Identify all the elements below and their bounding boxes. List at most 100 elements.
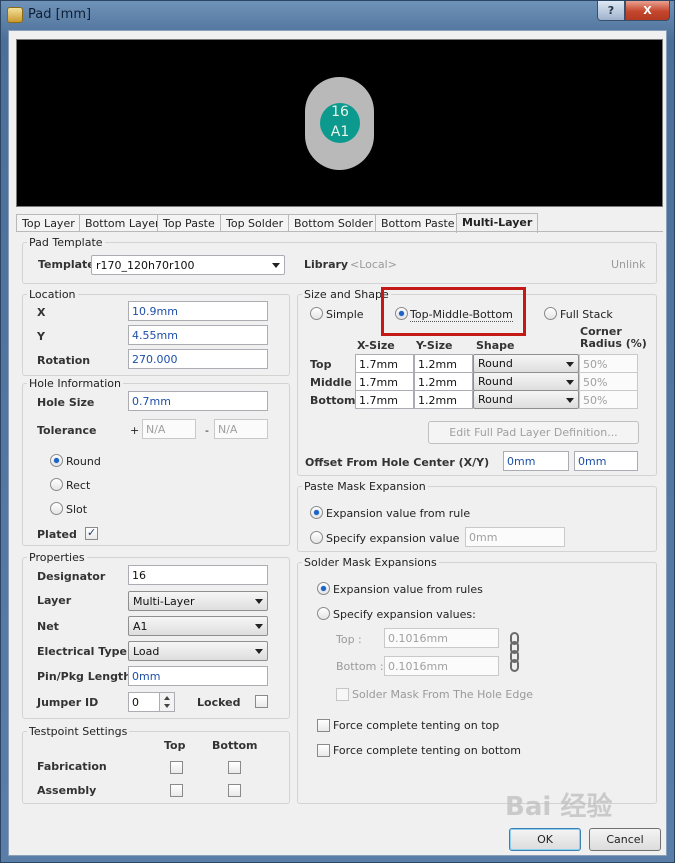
pin-pkg-length-input[interactable]: 0mm bbox=[128, 666, 268, 686]
location-label: Location bbox=[27, 288, 78, 301]
window-title: Pad [mm] bbox=[28, 7, 92, 22]
simple-radio[interactable] bbox=[310, 307, 323, 320]
designator-input[interactable]: 16 bbox=[128, 565, 268, 585]
tolerance-minus-input[interactable]: N/A bbox=[214, 419, 268, 439]
from-hole-edge-label: Solder Mask From The Hole Edge bbox=[352, 688, 534, 701]
tab-bottom-layer[interactable]: Bottom Layer bbox=[79, 214, 166, 232]
layer-label: Layer bbox=[37, 594, 72, 607]
bottom-shape-combo[interactable]: Round bbox=[473, 390, 579, 409]
row-middle-label: Middle bbox=[310, 376, 352, 389]
solder-specify-radio[interactable] bbox=[317, 607, 330, 620]
paste-specify-radio[interactable] bbox=[310, 531, 323, 544]
rotation-input[interactable]: 270.000 bbox=[128, 349, 268, 369]
middle-x-size-input[interactable]: 1.7mm bbox=[355, 372, 414, 391]
offset-y-input[interactable]: 0mm bbox=[574, 451, 638, 471]
x-input[interactable]: 10.9mm bbox=[128, 301, 268, 321]
solder-from-rules-radio[interactable] bbox=[317, 582, 330, 595]
solder-mask-group bbox=[297, 562, 657, 804]
tab-top-solder[interactable]: Top Solder bbox=[220, 214, 290, 232]
fabrication-bottom-checkbox[interactable] bbox=[228, 761, 241, 774]
tenting-top-label: Force complete tenting on top bbox=[333, 719, 500, 732]
bottom-shape-value: Round bbox=[478, 393, 513, 406]
ok-button[interactable]: OK bbox=[509, 828, 581, 851]
hole-slot-radio[interactable] bbox=[50, 502, 63, 515]
jumper-id-stepper[interactable] bbox=[159, 692, 175, 712]
row-top-label: Top bbox=[310, 358, 332, 371]
offset-label: Offset From Hole Center (X/Y) bbox=[305, 456, 490, 469]
offset-x-input[interactable]: 0mm bbox=[503, 451, 569, 471]
testpoint-top-header: Top bbox=[164, 739, 186, 752]
top-x-size-input[interactable]: 1.7mm bbox=[355, 354, 414, 373]
jumper-id-input[interactable]: 0 bbox=[128, 692, 160, 712]
bottom-x-size-input[interactable]: 1.7mm bbox=[355, 390, 414, 409]
fabrication-top-checkbox[interactable] bbox=[170, 761, 183, 774]
template-value: r170_120h70r100 bbox=[96, 259, 195, 272]
from-hole-edge-checkbox[interactable] bbox=[336, 688, 349, 701]
layer-combo[interactable]: Multi-Layer bbox=[128, 591, 268, 611]
help-button[interactable]: ? bbox=[597, 1, 625, 21]
properties-label: Properties bbox=[27, 551, 87, 564]
solder-bottom-input[interactable]: 0.1016mm bbox=[384, 656, 499, 676]
tab-bottom-paste[interactable]: Bottom Paste bbox=[375, 214, 461, 232]
y-input[interactable]: 4.55mm bbox=[128, 325, 268, 345]
rotation-label: Rotation bbox=[37, 354, 91, 367]
paste-from-rule-radio[interactable] bbox=[310, 506, 323, 519]
assembly-top-checkbox[interactable] bbox=[170, 784, 183, 797]
plated-label: Plated bbox=[37, 528, 77, 541]
top-y-size-input[interactable]: 1.2mm bbox=[414, 354, 473, 373]
tab-bottom-solder[interactable]: Bottom Solder bbox=[288, 214, 379, 232]
tenting-bottom-checkbox[interactable] bbox=[317, 744, 330, 757]
tolerance-plus-input[interactable]: N/A bbox=[142, 419, 196, 439]
top-shape-combo[interactable]: Round bbox=[473, 354, 579, 373]
fabrication-label: Fabrication bbox=[37, 760, 107, 773]
unlink-link[interactable]: Unlink bbox=[611, 258, 645, 271]
middle-shape-combo[interactable]: Round bbox=[473, 372, 579, 391]
app-icon bbox=[7, 7, 23, 23]
chain-link-icon[interactable] bbox=[508, 631, 522, 673]
bottom-y-size-input[interactable]: 1.2mm bbox=[414, 390, 473, 409]
size-shape-label: Size and Shape bbox=[302, 288, 391, 301]
pin-pkg-length-label: Pin/Pkg Length bbox=[37, 670, 132, 683]
edit-full-pad-layer-button[interactable]: Edit Full Pad Layer Definition... bbox=[428, 421, 639, 444]
middle-y-size-input[interactable]: 1.2mm bbox=[414, 372, 473, 391]
solder-specify-label: Specify expansion values: bbox=[333, 608, 476, 621]
chevron-down-icon bbox=[272, 263, 280, 268]
title-bar[interactable]: Pad [mm] bbox=[1, 1, 674, 29]
tab-divider bbox=[16, 231, 663, 232]
plated-checkbox[interactable] bbox=[85, 526, 98, 540]
tab-multi-layer[interactable]: Multi-Layer bbox=[456, 213, 539, 233]
paste-expansion-input[interactable]: 0mm bbox=[465, 527, 565, 547]
testpoint-bottom-header: Bottom bbox=[212, 739, 258, 752]
hole-round-label: Round bbox=[66, 455, 101, 468]
tab-top-layer[interactable]: Top Layer bbox=[16, 214, 81, 232]
tenting-top-checkbox[interactable] bbox=[317, 719, 330, 732]
template-label: Template bbox=[38, 258, 95, 271]
hole-round-radio[interactable] bbox=[50, 454, 63, 467]
solder-top-label: Top : bbox=[336, 633, 362, 646]
top-corner-radius-input[interactable]: 50% bbox=[579, 354, 638, 373]
middle-corner-radius-input[interactable]: 50% bbox=[579, 372, 638, 391]
solder-top-input[interactable]: 0.1016mm bbox=[384, 628, 499, 648]
tolerance-plus-sign: + bbox=[130, 424, 140, 437]
hole-rect-radio[interactable] bbox=[50, 478, 63, 491]
library-value: <Local> bbox=[350, 258, 397, 271]
hole-info-label: Hole Information bbox=[27, 377, 123, 390]
bottom-corner-radius-input[interactable]: 50% bbox=[579, 390, 638, 409]
net-combo[interactable]: A1 bbox=[128, 616, 268, 636]
full-stack-radio[interactable] bbox=[544, 307, 557, 320]
preview-net: A1 bbox=[330, 124, 350, 140]
cancel-button[interactable]: Cancel bbox=[589, 828, 661, 851]
full-stack-label: Full Stack bbox=[560, 308, 613, 321]
x-label: X bbox=[37, 306, 46, 319]
electrical-type-value: Load bbox=[133, 645, 160, 658]
locked-checkbox[interactable] bbox=[255, 695, 268, 708]
solder-bottom-label: Bottom : bbox=[336, 660, 384, 673]
locked-label: Locked bbox=[197, 696, 241, 709]
hole-size-input[interactable]: 0.7mm bbox=[128, 391, 268, 411]
template-combo[interactable]: r170_120h70r100 bbox=[91, 255, 285, 275]
tab-top-paste[interactable]: Top Paste bbox=[157, 214, 221, 232]
electrical-type-combo[interactable]: Load bbox=[128, 641, 268, 661]
assembly-bottom-checkbox[interactable] bbox=[228, 784, 241, 797]
close-button[interactable]: X bbox=[625, 1, 670, 21]
net-value: A1 bbox=[133, 620, 148, 633]
